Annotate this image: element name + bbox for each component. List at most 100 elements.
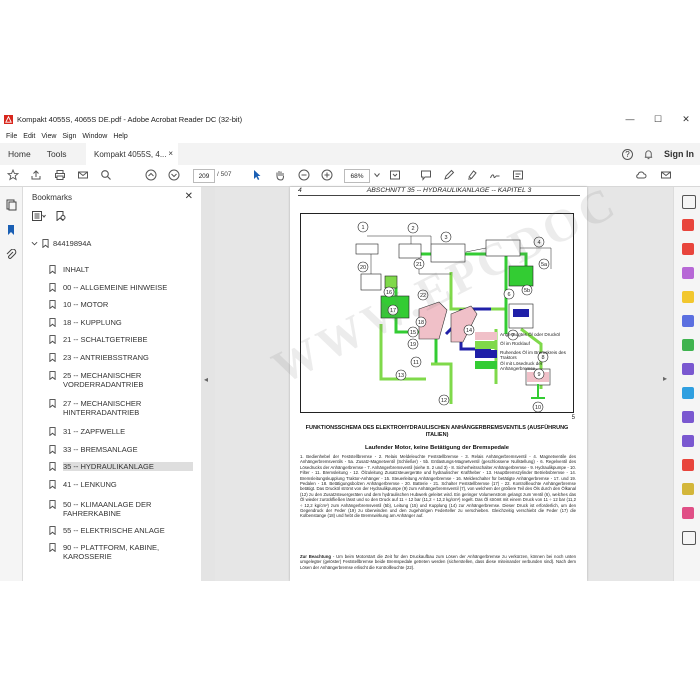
- zoom-in-icon[interactable]: [321, 169, 333, 181]
- protect-icon[interactable]: [682, 387, 694, 399]
- window-title: Kompakt 4055S, 4065S DE.pdf - Adobe Acro…: [17, 114, 243, 124]
- collapse-panel-icon[interactable]: ◂: [204, 375, 208, 384]
- measure-icon[interactable]: [682, 507, 694, 519]
- tab-document-label: Kompakt 4055S, 4...: [94, 149, 167, 159]
- send-for-signature-icon[interactable]: [682, 435, 694, 447]
- marquee-zoom-icon[interactable]: [389, 169, 401, 181]
- find-bookmark-icon[interactable]: [56, 211, 66, 221]
- options-menu-icon[interactable]: [32, 211, 46, 221]
- panel-splitter[interactable]: ◂: [201, 187, 215, 581]
- maximize-button[interactable]: ☐: [644, 108, 672, 130]
- bookmark-label: 35 -- HYDRAULIKANLAGE: [63, 462, 154, 471]
- page-total: / 507: [217, 171, 232, 178]
- bookmark-icon[interactable]: [5, 224, 17, 236]
- organize-pages-icon[interactable]: [682, 339, 694, 351]
- callout-label: 17: [390, 308, 396, 314]
- bookmark-item[interactable]: 23 -- ANTRIEBSSTRANG: [49, 353, 193, 362]
- upload-cloud-icon[interactable]: [635, 169, 647, 181]
- tab-home[interactable]: Home: [0, 149, 39, 159]
- select-cursor-icon[interactable]: [251, 169, 263, 181]
- bookmark-item[interactable]: 18 -- KUPPLUNG: [49, 318, 193, 327]
- menu-view[interactable]: View: [41, 133, 56, 140]
- bookmark-item[interactable]: 41 -- LENKUNG: [49, 480, 193, 489]
- bookmark-item[interactable]: 35 -- HYDRAULIKANLAGE: [49, 462, 193, 471]
- upload-icon[interactable]: [30, 169, 42, 181]
- bookmark-item[interactable]: 55 -- ELEKTRISCHE ANLAGE: [49, 526, 193, 535]
- legend-swatch: [475, 332, 497, 340]
- previous-page-icon[interactable]: [145, 169, 157, 181]
- page-number-input[interactable]: 209: [193, 169, 215, 183]
- close-window-button[interactable]: ✕: [672, 108, 700, 130]
- hand-tool-icon[interactable]: [274, 169, 286, 181]
- bookmark-label: 33 -- BREMSANLAGE: [63, 445, 138, 454]
- pdf-page: 4 ABSCHNITT 35 -- HYDRAULIKANLAGE -- KAP…: [290, 187, 587, 581]
- bookmark-item[interactable]: 25 -- MECHANISCHER VORDERRADANTRIEB: [49, 371, 193, 389]
- tab-close-icon[interactable]: ×: [168, 149, 173, 158]
- close-panel-icon[interactable]: ✕: [185, 191, 193, 202]
- minimize-button[interactable]: —: [616, 108, 644, 130]
- expand-tools-icon[interactable]: ▸: [663, 374, 667, 383]
- create-pdf-icon[interactable]: [682, 243, 694, 255]
- edit-pdf-icon[interactable]: [682, 267, 694, 279]
- bookmark-item[interactable]: 21 -- SCHALTGETRIEBE: [49, 335, 193, 344]
- sign-in-button[interactable]: Sign In: [664, 149, 694, 159]
- hydraulic-schematic: 1 2 3 4 5a 5b 6 7 8 9 10 11 12 13 14 15 16 17 18 19 20 21 22 A…: [300, 213, 574, 413]
- highlight-icon[interactable]: [466, 169, 478, 181]
- menu-file[interactable]: File: [6, 133, 17, 140]
- callout-label: 1: [361, 225, 364, 231]
- attachment-icon[interactable]: [5, 249, 17, 261]
- export-pdf-icon[interactable]: [682, 219, 694, 231]
- bookmark-icon: [49, 462, 56, 471]
- mail-out-icon[interactable]: [660, 169, 672, 181]
- legend-swatch: [475, 350, 497, 358]
- print-icon[interactable]: [54, 169, 66, 181]
- redact-icon[interactable]: [682, 363, 694, 375]
- bookmark-item[interactable]: 50 -- KLIMAANLAGE DER FAHRERKABINE: [49, 500, 193, 518]
- zoom-level-input[interactable]: 68%: [344, 169, 370, 183]
- callout-label: 9: [537, 372, 540, 378]
- chevron-down-icon[interactable]: [371, 169, 383, 181]
- callout-label: 5a: [541, 262, 548, 268]
- tab-document[interactable]: Kompakt 4055S, 4... ×: [86, 143, 178, 165]
- legend-label: Ruhendes Öl im Bremskreis des Traktors: [500, 350, 566, 360]
- page-number: 4: [298, 187, 302, 194]
- bookmark-item[interactable]: 00 -- ALLGEMEINE HINWEISE: [49, 283, 193, 292]
- share-icon[interactable]: [512, 169, 524, 181]
- bookmark-root[interactable]: 84419894A: [31, 239, 91, 248]
- menu-edit[interactable]: Edit: [23, 133, 35, 140]
- bookmark-item[interactable]: 31 -- ZAPFWELLE: [49, 427, 193, 436]
- comment-tool-icon[interactable]: [682, 291, 694, 303]
- menu-sign[interactable]: Sign: [62, 133, 76, 140]
- menu-help[interactable]: Help: [113, 133, 127, 140]
- email-icon[interactable]: [77, 169, 89, 181]
- star-icon[interactable]: [7, 169, 19, 181]
- comment-icon[interactable]: [420, 169, 432, 181]
- help-icon[interactable]: ?: [622, 148, 633, 160]
- menu-window[interactable]: Window: [82, 133, 107, 140]
- bookmark-item[interactable]: 90 -- PLATTFORM, KABINE, KAROSSERIE: [49, 543, 193, 561]
- sign-icon[interactable]: [489, 169, 501, 181]
- bookmark-item[interactable]: INHALT: [49, 265, 193, 274]
- bell-icon[interactable]: [643, 149, 654, 160]
- next-page-icon[interactable]: [168, 169, 180, 181]
- tab-tools[interactable]: Tools: [39, 149, 75, 159]
- bookmark-item[interactable]: 33 -- BREMSANLAGE: [49, 445, 193, 454]
- bookmark-icon: [49, 265, 56, 274]
- page-thumbnails-icon[interactable]: [5, 199, 17, 211]
- pen-icon[interactable]: [443, 169, 455, 181]
- chevron-down-icon[interactable]: [31, 240, 38, 247]
- combine-files-icon[interactable]: [682, 315, 694, 327]
- bookmark-label: 41 -- LENKUNG: [63, 480, 117, 489]
- bookmark-item[interactable]: 27 -- MECHANISCHER HINTERRADANTRIEB: [49, 399, 193, 417]
- zoom-out-icon[interactable]: [298, 169, 310, 181]
- more-tools-icon[interactable]: [682, 531, 696, 545]
- left-navigation-rail: [0, 187, 23, 581]
- prepare-form-icon[interactable]: [682, 483, 694, 495]
- bookmark-label: 18 -- KUPPLUNG: [63, 318, 122, 327]
- search-tool-icon[interactable]: [682, 195, 696, 209]
- search-icon[interactable]: [100, 169, 112, 181]
- bookmark-item[interactable]: 10 -- MOTOR: [49, 300, 193, 309]
- fill-sign-icon[interactable]: [682, 411, 694, 423]
- page-header: 4 ABSCHNITT 35 -- HYDRAULIKANLAGE -- KAP…: [298, 187, 580, 196]
- scan-ocr-icon[interactable]: [682, 459, 694, 471]
